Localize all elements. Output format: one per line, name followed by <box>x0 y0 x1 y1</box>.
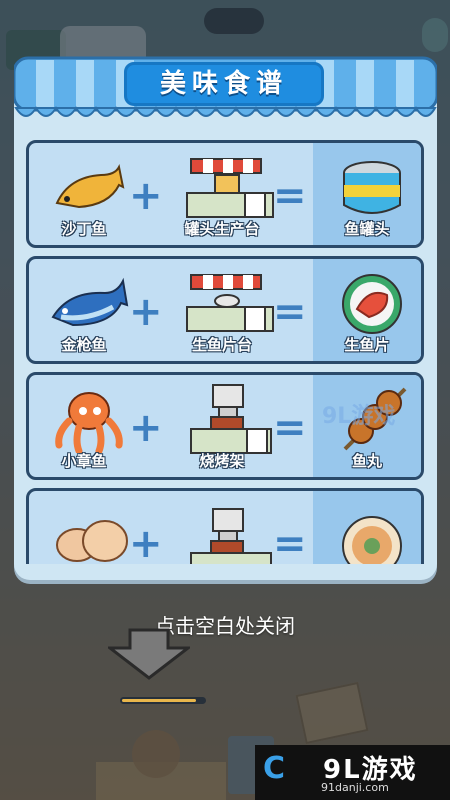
close-hint[interactable]: 点击空白处关闭 <box>0 610 450 639</box>
recipe-card-tuna: + = 金枪鱼 生鱼片台 生鱼片 <box>26 256 424 364</box>
plus-symbol: + <box>129 173 163 219</box>
result-label: 鱼罐头 <box>344 220 390 238</box>
recipe-card-sardine: + = 沙丁鱼 罐头生产台 鱼罐头 <box>26 140 424 248</box>
station-label: 罐头生产台 <box>184 220 260 238</box>
clam-icon <box>56 520 128 562</box>
equals-symbol: = <box>273 405 307 451</box>
sashimi-icon <box>342 274 402 334</box>
station-label: 烧烤架 <box>199 452 245 470</box>
watermark-logo: C 9L游戏 91danji.com <box>255 745 450 800</box>
equals-symbol: = <box>273 289 307 335</box>
grill-station-icon <box>190 508 272 564</box>
equals-symbol: = <box>273 173 307 219</box>
progress-bar <box>120 697 206 704</box>
watermark-c-icon: C <box>263 751 286 786</box>
plus-symbol: + <box>129 289 163 335</box>
sashimi-station-icon <box>186 274 274 332</box>
ingredient-label: 小章鱼 <box>61 452 107 470</box>
result-label: 生鱼片 <box>344 336 390 354</box>
station-label: 生鱼片台 <box>191 336 252 354</box>
ingredient-label: 沙丁鱼 <box>61 220 107 238</box>
watermark-site: 91danji.com <box>321 781 389 794</box>
octopus-icon <box>55 392 123 453</box>
canned-fish-icon <box>343 161 401 214</box>
cannery-station-icon <box>186 158 274 218</box>
tuna-icon <box>51 277 129 327</box>
recipe-card-clam: + = <box>26 488 424 564</box>
progress-fill <box>122 699 196 702</box>
plus-symbol: + <box>129 405 163 451</box>
ingredient-label: 金枪鱼 <box>61 336 107 354</box>
result-label: 鱼丸 <box>351 452 382 470</box>
sardine-icon <box>55 163 125 209</box>
grill-station-icon <box>190 384 272 454</box>
watermark-center: 9L游戏 <box>322 404 396 429</box>
plus-symbol: + <box>129 521 163 564</box>
panel-title: 美味食谱 <box>124 62 324 106</box>
grilled-clam-icon <box>342 516 402 564</box>
arrow-down-icon <box>108 628 190 680</box>
equals-symbol: = <box>273 521 307 564</box>
recipe-list[interactable]: + = 沙丁鱼 罐头生产台 鱼罐头 + = 金枪鱼 生鱼片台 生鱼片 + = 小… <box>24 136 426 564</box>
